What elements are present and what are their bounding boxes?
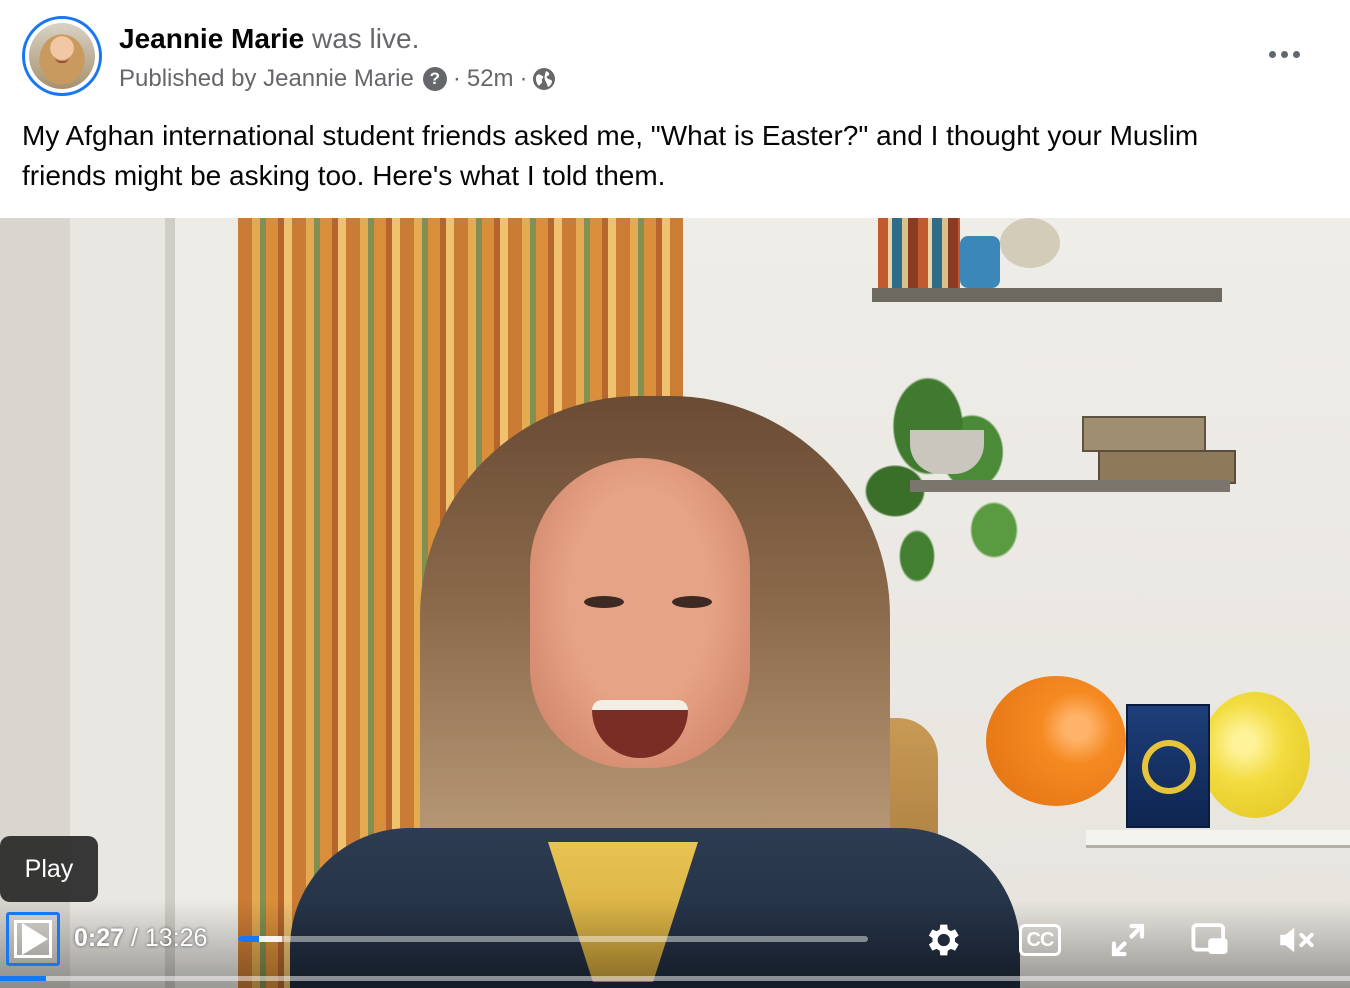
scene-yellow-balloon: [1200, 692, 1310, 818]
scene-shelf: [872, 288, 1222, 302]
fullscreen-icon: [1111, 923, 1145, 957]
author-name-link[interactable]: Jeannie Marie: [119, 23, 304, 54]
scene-orange-balloon: [986, 676, 1126, 806]
avatar-photo: [29, 23, 95, 89]
mute-button[interactable]: [1272, 916, 1320, 964]
picture-in-picture-icon: [1191, 923, 1228, 954]
scene-shelf: [1086, 830, 1350, 848]
scene-shelf: [910, 480, 1230, 492]
captions-button[interactable]: CC: [1016, 916, 1064, 964]
gear-icon: [928, 924, 959, 956]
scene-globe: [1000, 218, 1060, 268]
live-status-text: was live.: [311, 23, 420, 54]
progress-scrubber[interactable]: [238, 936, 868, 942]
scene-vase: [960, 236, 1000, 288]
duration: 13:26: [144, 924, 208, 952]
video-player[interactable]: [0, 218, 1350, 988]
post-title-line: Jeannie Marie was live.: [119, 22, 419, 56]
timestamp-link[interactable]: 52m: [467, 64, 514, 94]
author-avatar[interactable]: [22, 16, 102, 96]
presenter-eye: [672, 596, 712, 608]
played-bar: [238, 936, 260, 942]
post-meta: Published by Jeannie Marie ? · 52m ·: [119, 64, 556, 94]
scene-book-cover: [1126, 704, 1210, 828]
published-by-text[interactable]: Published by Jeannie Marie: [119, 64, 414, 94]
globe-icon[interactable]: [532, 67, 556, 91]
scene-box: [1098, 450, 1236, 484]
bottom-played-bar: [0, 976, 46, 981]
more-options-icon[interactable]: [1262, 36, 1306, 72]
fullscreen-button[interactable]: [1104, 916, 1152, 964]
play-button[interactable]: [6, 912, 60, 966]
presenter-eye: [584, 596, 624, 608]
scene-books: [878, 218, 960, 288]
captions-icon: CC: [1019, 924, 1061, 956]
time-separator: /: [124, 924, 145, 952]
muted-volume-icon: [1280, 927, 1314, 953]
post-header: Jeannie Marie was live. Published by Jea…: [0, 0, 1350, 218]
help-icon[interactable]: ?: [422, 67, 447, 91]
meta-separator: ·: [519, 65, 528, 92]
picture-in-picture-button[interactable]: [1186, 916, 1234, 964]
settings-button[interactable]: [918, 916, 966, 964]
play-tooltip: Play: [0, 836, 98, 902]
meta-separator: ·: [452, 65, 461, 92]
time-display: 0:27 / 13:26: [74, 924, 207, 953]
current-time: 0:27: [74, 924, 125, 952]
scene-box: [1082, 416, 1206, 452]
bottom-progress: [0, 976, 1350, 981]
post-message: My Afghan international student friends …: [22, 120, 1199, 191]
